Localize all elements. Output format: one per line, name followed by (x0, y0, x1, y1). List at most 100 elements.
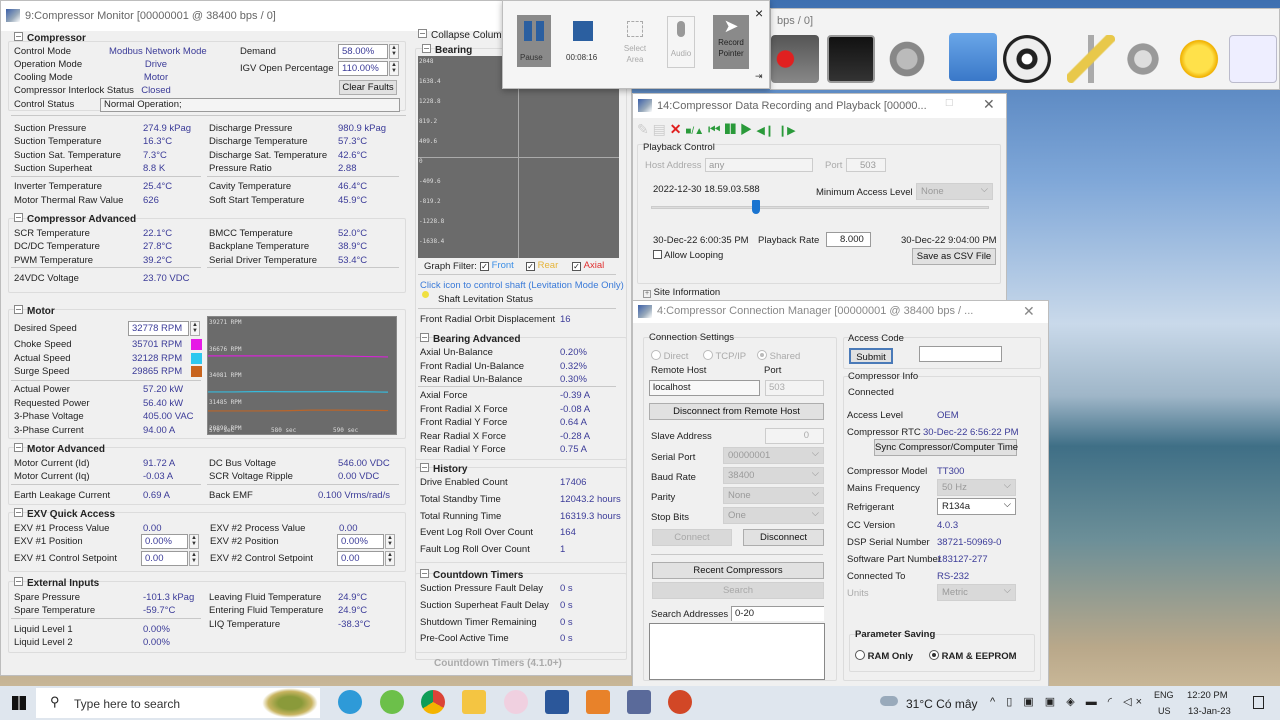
search-addresses-input[interactable]: 0-20 (731, 606, 824, 621)
gear-compressor-icon[interactable] (1119, 35, 1167, 83)
sun-compressor-icon[interactable] (1175, 35, 1223, 83)
bearing-advanced-header[interactable]: Bearing Advanced (420, 333, 520, 345)
connect-button[interactable]: Connect (652, 529, 732, 546)
stop-compressor-tool-icon[interactable] (771, 35, 819, 83)
spinner-arrows-icon[interactable]: ▲ ▼ (389, 61, 399, 76)
compressor-advanced-header[interactable]: Compressor Advanced (14, 213, 136, 225)
site-information-expander[interactable]: + Site Information (643, 287, 720, 298)
igv-open-percentage-input[interactable]: 110.00% (338, 61, 388, 76)
exv-quick-access-header[interactable]: EXV Quick Access (14, 508, 115, 520)
record-pointer-button[interactable]: ➤ Record Pointer (713, 15, 749, 69)
paint-icon[interactable] (504, 690, 528, 714)
weather-text[interactable]: 31°C Có mây (906, 697, 978, 711)
step-back-icon[interactable]: ◀❙ (756, 125, 774, 137)
exv-right-2-input[interactable]: 0.00 (337, 551, 384, 566)
print-icon[interactable]: ▤ (653, 121, 666, 137)
recent-compressors-button[interactable]: Recent Compressors (652, 562, 824, 579)
spinner-arrows-icon[interactable]: ▲ ▼ (189, 551, 199, 566)
checkbox[interactable]: ✓ (572, 262, 581, 271)
maximize-icon[interactable]: ☐ (945, 98, 954, 109)
edit-icon[interactable]: ✎ (637, 121, 649, 137)
play-icon[interactable]: ▶ (740, 121, 753, 137)
close-icon[interactable]: ✕ (1023, 303, 1035, 320)
disconnect-remote-button[interactable]: Disconnect from Remote Host (649, 403, 824, 420)
language-region[interactable]: US (1158, 706, 1171, 716)
submit-button[interactable]: Submit (849, 348, 893, 364)
clock-date[interactable]: 13-Jan-23 (1188, 706, 1231, 717)
ram-only-radio[interactable]: RAM Only (855, 650, 913, 662)
serial-port-select[interactable]: 00000001 (723, 447, 824, 464)
language-indicator[interactable]: ENG (1154, 690, 1174, 700)
edge-icon[interactable] (338, 690, 362, 714)
countdown-timers-header[interactable]: Countdown Timers (420, 569, 523, 581)
shaft-control-link[interactable]: Click icon to control shaft (Levitation … (420, 280, 624, 291)
tcpip-radio[interactable]: TCP/IP (703, 350, 746, 362)
settings-tool-icon[interactable] (883, 35, 931, 83)
checkbox[interactable] (653, 250, 662, 259)
levitation-status-icon[interactable] (422, 291, 429, 298)
port-input[interactable]: 503 (846, 158, 886, 172)
taskbar-search-box[interactable]: ⚲ Type here to search (36, 688, 320, 718)
app-orange-icon[interactable] (586, 690, 610, 714)
skip-start-icon[interactable]: ⏮ (708, 121, 721, 137)
system-tray-icons[interactable]: ^ ▯ ▣ ▣ ◈ ▬ ◜ ◁× (990, 695, 1146, 708)
stop-bits-select[interactable]: One (723, 507, 824, 524)
search-results-list[interactable] (649, 623, 825, 680)
minimize-icon[interactable]: — (903, 98, 913, 109)
direct-radio[interactable]: Direct (651, 350, 688, 362)
select-area-button[interactable]: Select Area (620, 19, 650, 69)
delete-icon[interactable]: ✕ (670, 121, 682, 137)
graph-filter-front-checkbox[interactable]: ✓ Front (480, 260, 514, 271)
parity-select[interactable]: None (723, 487, 824, 504)
spinner-arrows-icon[interactable]: ▲ ▼ (389, 44, 399, 59)
motor-advanced-header[interactable]: Motor Advanced (14, 443, 105, 455)
history-header[interactable]: History (420, 463, 467, 475)
disconnect-button[interactable]: Disconnect (743, 529, 824, 546)
mains-frequency-select[interactable]: 50 Hz (937, 479, 1016, 496)
spinner-arrows-icon[interactable]: ▲ ▼ (190, 321, 200, 336)
film-reel-icon[interactable] (1003, 35, 1051, 83)
checkbox[interactable]: ✓ (480, 262, 489, 271)
exv-left-2-input[interactable]: 0.00 (141, 551, 188, 566)
collapse-column-button[interactable]: Collapse Column (418, 29, 507, 41)
stop-icon[interactable] (573, 21, 593, 41)
word-icon[interactable] (545, 690, 569, 714)
spinner-arrows-icon[interactable]: ▲ ▼ (385, 551, 395, 566)
demand-input[interactable]: 58.00% (338, 44, 388, 59)
allow-looping-checkbox[interactable]: Allow Looping (653, 250, 723, 261)
step-forward-icon[interactable]: ❙▶ (778, 125, 796, 137)
sync-time-button[interactable]: Sync Compressor/Computer Time (874, 439, 1018, 456)
graph-filter-axial-checkbox[interactable]: ✓ Axial (572, 260, 604, 271)
refrigerant-select[interactable]: R134a (937, 498, 1016, 515)
ram-eeprom-radio[interactable]: RAM & EEPROM (929, 650, 1017, 662)
compressor-app-icon[interactable] (627, 690, 651, 714)
remote-host-input[interactable]: localhost (649, 380, 760, 396)
caliper-tool-icon[interactable] (1067, 35, 1115, 83)
windows-start-icon[interactable] (12, 696, 26, 710)
file-explorer-icon[interactable] (462, 690, 486, 714)
clock-time[interactable]: 12:20 PM (1187, 690, 1228, 701)
min-access-select[interactable]: None (916, 183, 993, 200)
access-code-input[interactable] (919, 346, 1002, 362)
chart-compressor-icon[interactable] (1229, 35, 1277, 83)
stop-eject-icon[interactable]: ■/▲ (685, 126, 704, 137)
host-address-input[interactable]: any (705, 158, 813, 172)
playback-rate-input[interactable]: 8.000 (826, 232, 871, 247)
coccoc-browser-icon[interactable] (380, 690, 404, 714)
log-folder-icon[interactable] (949, 33, 997, 81)
spinner-arrows-icon[interactable]: ▲ ▼ (385, 534, 395, 549)
graph-filter-rear-checkbox[interactable]: ✓ Rear (526, 260, 558, 271)
units-select[interactable]: Metric (937, 584, 1016, 601)
slave-address-input[interactable]: 0 (765, 428, 824, 444)
audio-button[interactable]: Audio (667, 16, 695, 68)
powerpoint-icon[interactable] (668, 690, 692, 714)
spinner-arrows-icon[interactable]: ▲ ▼ (189, 534, 199, 549)
save-csv-button[interactable]: Save as CSV File (912, 248, 996, 265)
playback-slider-track[interactable] (651, 206, 989, 209)
exv-left-1-input[interactable]: 0.00% (141, 534, 188, 549)
chrome-icon[interactable] (421, 690, 445, 714)
notification-icon[interactable] (1253, 696, 1264, 709)
shared-radio[interactable]: Shared (757, 350, 800, 362)
motor-section-header[interactable]: Motor (14, 305, 55, 317)
playback-slider-thumb[interactable] (751, 200, 760, 214)
